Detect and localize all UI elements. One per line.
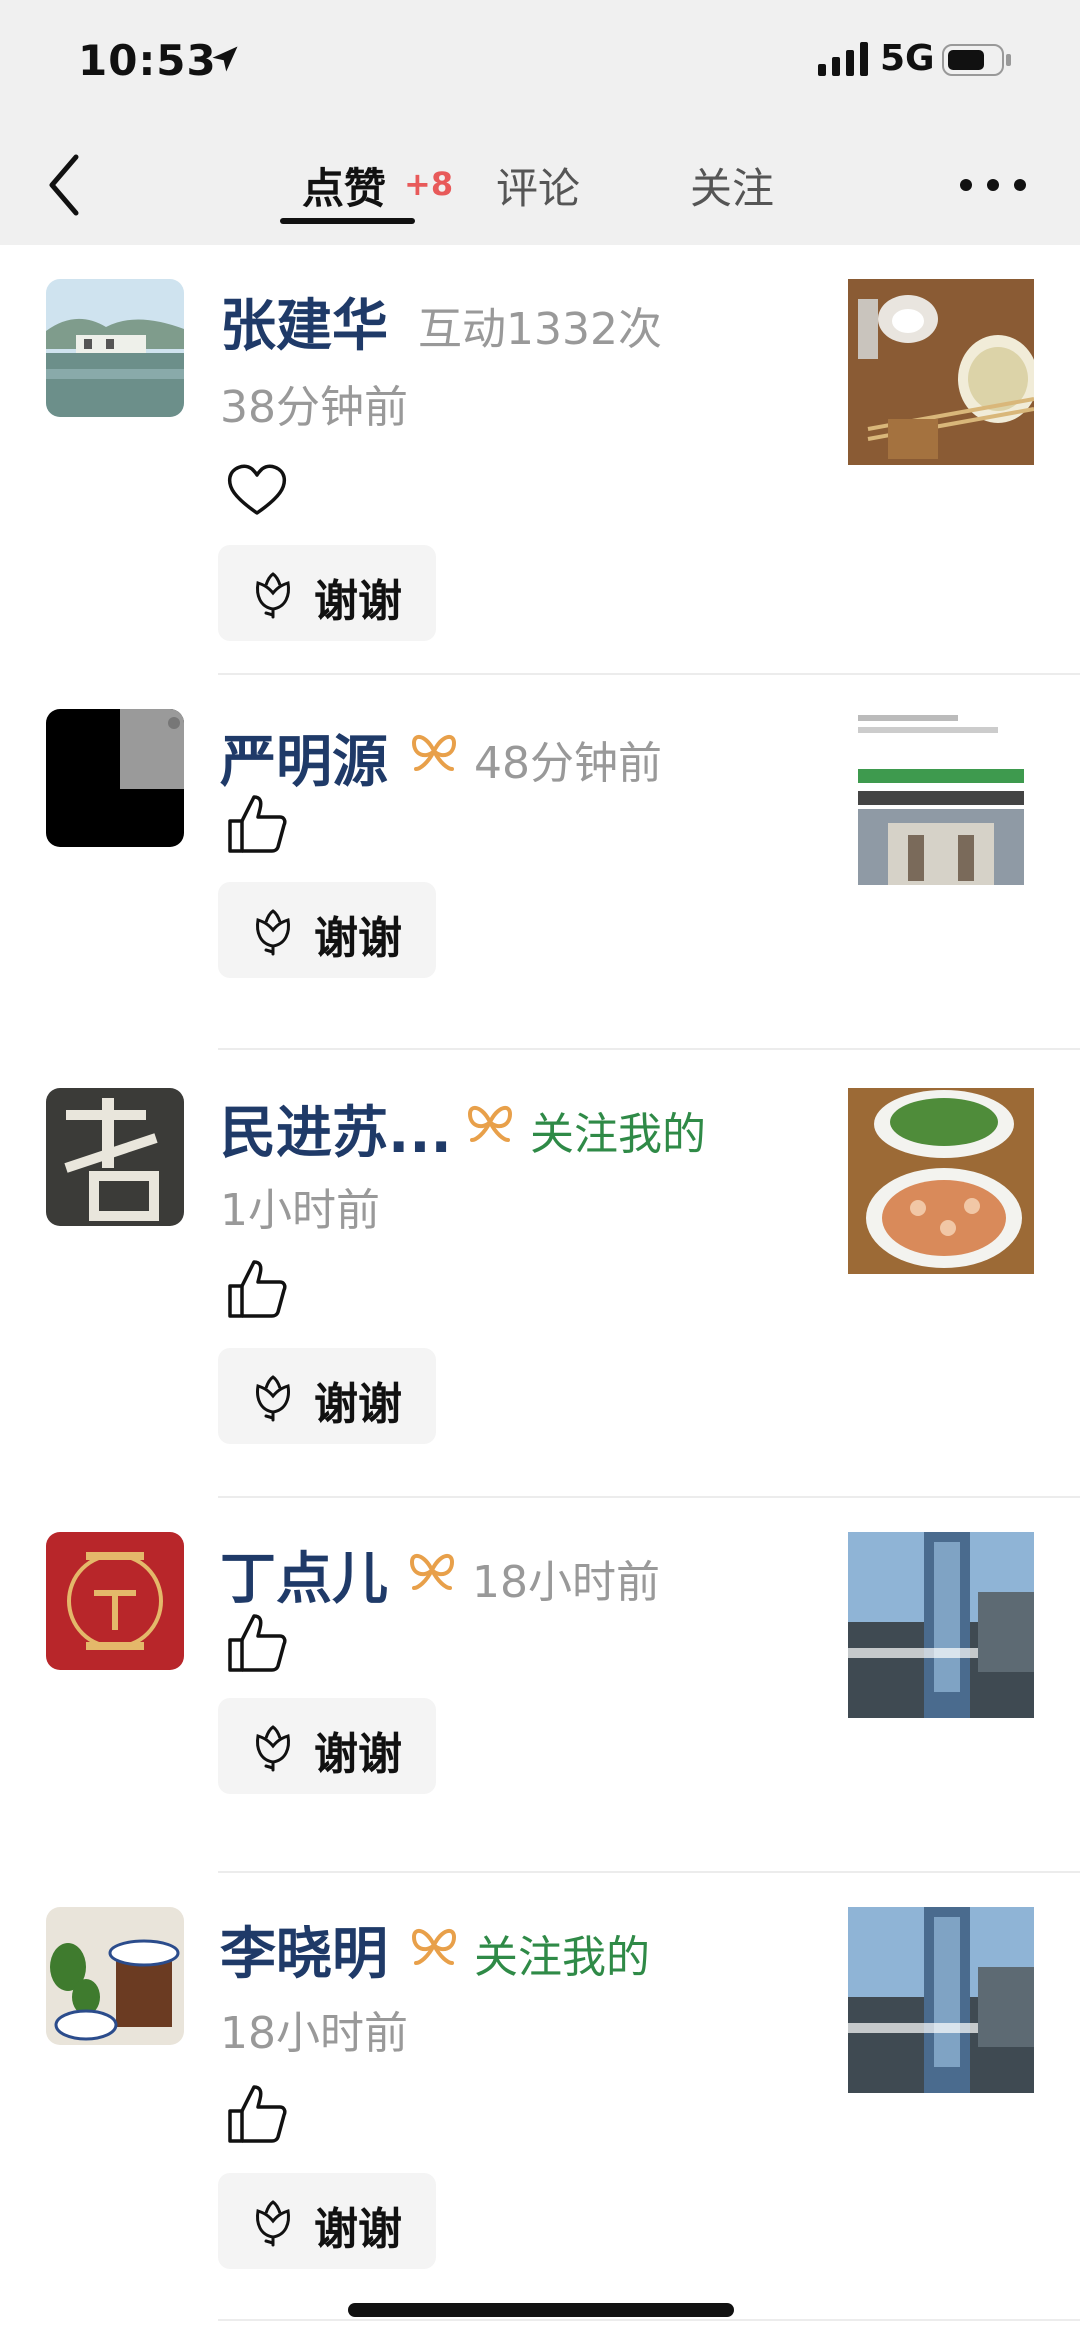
tab-likes[interactable]: 点赞 <box>302 155 386 216</box>
creator-badge-icon <box>410 1553 454 1590</box>
list-item: 张建华 互动1332次 38分钟前 谢谢 <box>0 245 1080 675</box>
post-thumbnail[interactable] <box>848 705 1034 891</box>
thumbs-up-icon <box>228 2085 287 2143</box>
thumbs-up-icon <box>228 795 287 853</box>
list-item: 严明源 48分钟前 谢谢 <box>0 675 1080 1050</box>
like-time: 18小时前 <box>472 1557 660 1608</box>
thanks-label: 谢谢 <box>314 1379 402 1430</box>
list-item: 李晓明 关注我的 18小时前 谢谢 <box>0 1873 1080 2323</box>
location-arrow-icon <box>212 46 238 72</box>
top-nav: 点赞 +8 评论 关注 <box>0 125 1080 245</box>
thumbs-up-icon <box>228 1260 287 1318</box>
thanks-button[interactable]: 谢谢 <box>218 545 436 641</box>
network-type: 5G <box>880 38 935 79</box>
user-name[interactable]: 李晓明 <box>220 1909 388 1990</box>
interaction-count: 互动1332次 <box>418 304 662 355</box>
thumbs-up-icon <box>228 1614 287 1672</box>
creator-badge-icon <box>468 1105 512 1142</box>
user-name[interactable]: 严明源 <box>220 717 388 798</box>
like-time: 18小时前 <box>220 2008 408 2059</box>
flower-icon <box>256 1375 290 1422</box>
post-thumbnail[interactable] <box>848 1532 1034 1718</box>
like-time: 48分钟前 <box>474 738 662 789</box>
post-thumbnail[interactable] <box>848 1907 1034 2093</box>
thanks-button[interactable]: 谢谢 <box>218 1348 436 1444</box>
creator-badge-icon <box>412 1928 456 1965</box>
thanks-label: 谢谢 <box>314 913 402 964</box>
status-time: 10:53 <box>78 36 217 85</box>
avatar[interactable] <box>46 279 184 417</box>
divider <box>218 2319 1080 2321</box>
back-chevron-icon[interactable] <box>44 153 84 217</box>
like-time: 1小时前 <box>220 1185 380 1236</box>
battery-icon <box>942 44 1011 76</box>
list-item: 民进苏... 关注我的 1小时前 谢谢 <box>0 1050 1080 1498</box>
thanks-button[interactable]: 谢谢 <box>218 2173 436 2269</box>
avatar[interactable] <box>46 709 184 847</box>
cellular-signal-icon <box>818 42 868 76</box>
more-options-icon[interactable] <box>958 175 1028 195</box>
avatar[interactable] <box>46 1088 184 1226</box>
status-bar: 10:53 5G <box>0 0 1080 125</box>
flower-icon <box>256 1725 290 1772</box>
tab-follow[interactable]: 关注 <box>690 155 774 216</box>
flower-icon <box>256 909 290 956</box>
avatar[interactable] <box>46 1532 184 1670</box>
follow-status: 关注我的 <box>530 1109 706 1160</box>
active-tab-indicator <box>280 218 415 224</box>
user-name[interactable]: 张建华 <box>220 281 388 362</box>
flower-icon <box>256 572 290 619</box>
post-thumbnail[interactable] <box>848 1088 1034 1274</box>
tab-comments[interactable]: 评论 <box>496 155 580 216</box>
tab-likes-badge: +8 <box>404 165 454 203</box>
thanks-button[interactable]: 谢谢 <box>218 882 436 978</box>
user-name[interactable]: 丁点儿 <box>220 1534 388 1615</box>
thanks-label: 谢谢 <box>314 576 402 627</box>
thanks-label: 谢谢 <box>314 1729 402 1780</box>
heart-icon <box>227 464 287 515</box>
follow-status: 关注我的 <box>474 1932 650 1983</box>
creator-badge-icon <box>412 734 456 771</box>
post-thumbnail[interactable] <box>848 279 1034 465</box>
home-indicator <box>348 2303 734 2317</box>
list-item: 丁点儿 18小时前 谢谢 <box>0 1498 1080 1873</box>
like-time: 38分钟前 <box>220 382 408 433</box>
flower-icon <box>256 2200 290 2247</box>
avatar[interactable] <box>46 1907 184 2045</box>
user-name[interactable]: 民进苏... <box>220 1088 452 1169</box>
thanks-button[interactable]: 谢谢 <box>218 1698 436 1794</box>
thanks-label: 谢谢 <box>314 2204 402 2255</box>
